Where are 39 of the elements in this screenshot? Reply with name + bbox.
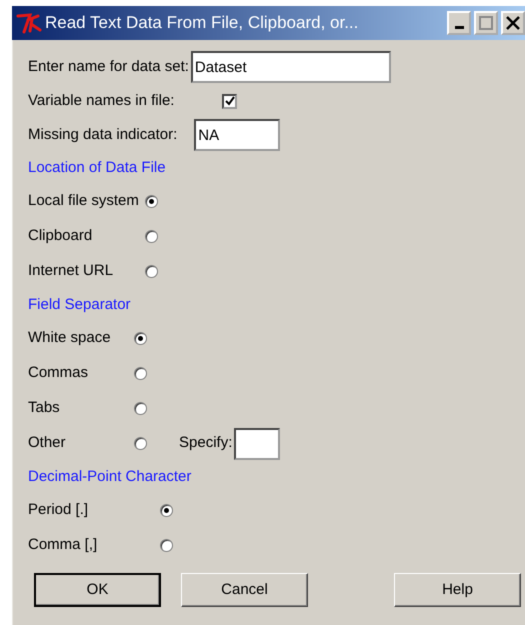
option-label: Period [.]	[28, 500, 88, 520]
radio-button[interactable]	[144, 265, 158, 278]
section-heading: Decimal-Point Character	[28, 466, 192, 487]
logo-icon	[16, 12, 42, 34]
radio-button[interactable]	[134, 402, 147, 415]
field-label: Enter name for data set:	[28, 56, 189, 77]
field-label: Missing data indicator:	[28, 124, 178, 145]
radio-button[interactable]	[134, 332, 147, 345]
close-icon	[506, 16, 520, 30]
radio-button[interactable]	[134, 437, 147, 450]
option-label: Comma [,]	[28, 535, 98, 556]
option-label: Local file system	[28, 191, 139, 212]
dialog-button[interactable]: Cancel	[181, 573, 308, 607]
radio-button[interactable]	[134, 367, 147, 380]
radio-button[interactable]	[144, 195, 158, 208]
option-label: Other	[28, 433, 66, 454]
minimize-icon	[454, 26, 464, 29]
dialog-button[interactable]: OK	[34, 573, 161, 607]
checkbox[interactable]	[222, 94, 238, 108]
option-label: Internet URL	[28, 261, 114, 282]
option-label: Commas	[28, 363, 88, 384]
field-label: Specify:	[179, 433, 232, 454]
option-label: Clipboard	[28, 226, 92, 246]
radio-button[interactable]	[160, 539, 173, 552]
radio-button[interactable]	[160, 504, 173, 517]
option-label: Tabs	[28, 398, 60, 418]
section-heading: Location of Data File	[28, 158, 167, 178]
text-field[interactable]: Dataset	[190, 51, 391, 83]
radio-button[interactable]	[144, 230, 158, 243]
window-title: Read Text Data From File, Clipboard, or...	[45, 12, 360, 34]
text-field[interactable]	[234, 428, 280, 460]
dialog-button[interactable]: Help	[394, 573, 521, 607]
option-label: White space	[28, 328, 111, 348]
close-button[interactable]	[501, 11, 525, 35]
section-heading: Field Separator	[28, 294, 132, 315]
text-field[interactable]: NA	[194, 119, 280, 151]
minimize-button[interactable]	[447, 11, 471, 35]
maximize-icon	[479, 16, 493, 30]
field-label: Variable names in file:	[28, 90, 174, 111]
